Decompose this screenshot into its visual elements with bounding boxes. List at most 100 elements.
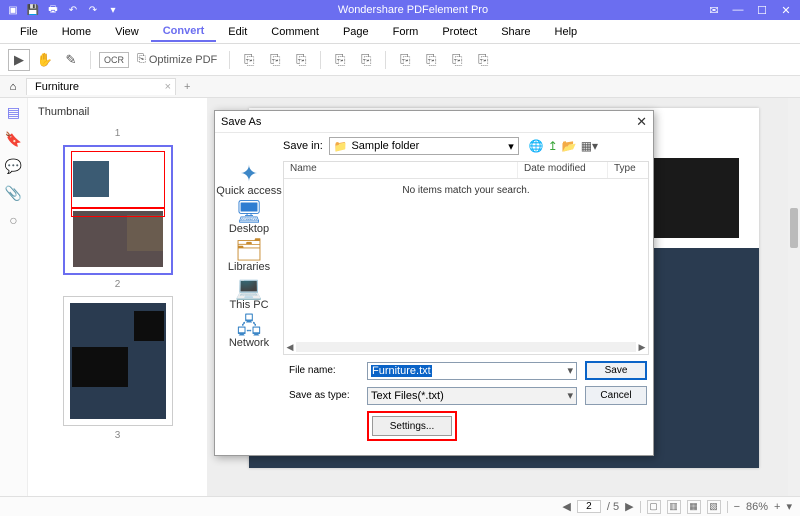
place-label: Libraries bbox=[228, 261, 270, 273]
maximize-icon[interactable]: ☐ bbox=[754, 2, 770, 18]
cancel-button[interactable]: Cancel bbox=[585, 386, 647, 405]
app-title: Wondershare PDFelement Pro bbox=[126, 4, 700, 16]
comments-tab-icon[interactable]: 💬 bbox=[5, 158, 22, 175]
redo-icon[interactable]: ↷ bbox=[86, 3, 100, 17]
empty-message: No items match your search. bbox=[284, 179, 648, 340]
new-tab-icon[interactable]: + bbox=[176, 81, 198, 93]
col-name[interactable]: Name bbox=[284, 162, 518, 178]
thumbnail-page-2[interactable] bbox=[63, 296, 173, 426]
view-facing-icon[interactable]: ▦ bbox=[687, 500, 701, 514]
savein-value: Sample folder bbox=[351, 140, 419, 152]
convert-ppt-icon[interactable]: ⎘ bbox=[290, 49, 312, 71]
titlebar: ▣ 💾 🖶 ↶ ↷ ▾ Wondershare PDFelement Pro ✉… bbox=[0, 0, 800, 20]
edit-icon[interactable]: ✎ bbox=[60, 49, 82, 71]
back-icon[interactable]: 🌐 bbox=[529, 139, 544, 153]
mail-icon[interactable]: ✉ bbox=[706, 2, 722, 18]
separator bbox=[385, 51, 386, 69]
prev-page-icon[interactable]: ◀ bbox=[562, 500, 570, 513]
chevron-down-icon[interactable]: ▾ bbox=[567, 364, 573, 377]
file-list[interactable]: Name Date modified Type No items match y… bbox=[283, 161, 649, 355]
attachments-tab-icon[interactable]: 📎 bbox=[5, 185, 22, 202]
convert-rtf-icon[interactable]: ⎘ bbox=[446, 49, 468, 71]
horizontal-scrollbar[interactable]: ◀ ▶ bbox=[284, 340, 648, 354]
convert-text-icon[interactable]: ⎘ bbox=[355, 49, 377, 71]
place-network[interactable]: 🖧Network bbox=[229, 315, 269, 349]
ocr-button[interactable]: OCR bbox=[99, 52, 129, 68]
scroll-right-icon[interactable]: ▶ bbox=[636, 342, 648, 353]
col-type[interactable]: Type bbox=[608, 162, 648, 178]
vertical-scrollbar[interactable] bbox=[788, 98, 800, 496]
convert-html-icon[interactable]: ⎘ bbox=[420, 49, 442, 71]
view-single-icon[interactable]: ▢ bbox=[647, 500, 661, 514]
place-label: Desktop bbox=[229, 223, 269, 235]
statusbar: ◀ / 5 ▶ ▢ ▥ ▦ ▧ − 86% + ▾ bbox=[0, 496, 800, 516]
place-label: Quick access bbox=[216, 185, 281, 197]
dialog-close-icon[interactable]: ✕ bbox=[636, 114, 647, 130]
up-icon[interactable]: ↥ bbox=[548, 139, 558, 153]
place-quick-access[interactable]: ✦Quick access bbox=[216, 163, 281, 197]
view-two-icon[interactable]: ▧ bbox=[707, 500, 721, 514]
convert-image-icon[interactable]: ⎘ bbox=[329, 49, 351, 71]
save-icon[interactable]: 💾 bbox=[26, 3, 40, 17]
undo-icon[interactable]: ↶ bbox=[66, 3, 80, 17]
print-icon[interactable]: 🖶 bbox=[46, 3, 60, 17]
menu-comment[interactable]: Comment bbox=[259, 23, 331, 41]
settings-button[interactable]: Settings... bbox=[372, 416, 452, 436]
menu-view[interactable]: View bbox=[103, 23, 151, 41]
chevron-down-icon[interactable]: ▾ bbox=[567, 389, 573, 402]
separator bbox=[727, 501, 728, 513]
zoom-out-icon[interactable]: − bbox=[734, 501, 740, 513]
menu-file[interactable]: File bbox=[8, 23, 50, 41]
menu-home[interactable]: Home bbox=[50, 23, 103, 41]
page-number: 1 bbox=[34, 128, 201, 139]
zoom-dropdown-icon[interactable]: ▾ bbox=[786, 500, 792, 513]
next-page-icon[interactable]: ▶ bbox=[625, 500, 633, 513]
dialog-bottom: File name: Furniture.txt ▾ Save Save as … bbox=[215, 357, 653, 455]
thumbnail-panel-title: Thumbnail bbox=[34, 104, 201, 126]
menu-edit[interactable]: Edit bbox=[216, 23, 259, 41]
separator bbox=[640, 501, 641, 513]
close-icon[interactable]: ✕ bbox=[778, 2, 794, 18]
thumbnails-tab-icon[interactable]: ▤ bbox=[7, 104, 20, 121]
saveastype-combo[interactable]: Text Files(*.txt) ▾ bbox=[367, 387, 577, 405]
save-button[interactable]: Save bbox=[585, 361, 647, 380]
menu-help[interactable]: Help bbox=[543, 23, 590, 41]
filename-input[interactable]: Furniture.txt ▾ bbox=[367, 362, 577, 380]
col-date[interactable]: Date modified bbox=[518, 162, 608, 178]
new-folder-icon[interactable]: 📂 bbox=[562, 139, 577, 153]
menu-convert[interactable]: Convert bbox=[151, 22, 217, 42]
scroll-left-icon[interactable]: ◀ bbox=[284, 342, 296, 353]
zoom-in-icon[interactable]: + bbox=[774, 501, 780, 513]
list-header: Name Date modified Type bbox=[284, 162, 648, 179]
bookmarks-tab-icon[interactable]: 🔖 bbox=[5, 131, 22, 148]
search-tab-icon[interactable]: ○ bbox=[9, 212, 17, 228]
dialog-title-text: Save As bbox=[221, 116, 261, 128]
page-input[interactable] bbox=[577, 500, 601, 513]
hand-icon[interactable]: ✋ bbox=[34, 49, 56, 71]
convert-excel-icon[interactable]: ⎘ bbox=[264, 49, 286, 71]
place-thispc[interactable]: 💻This PC bbox=[229, 277, 268, 311]
home-tab-icon[interactable]: ⌂ bbox=[0, 81, 26, 93]
document-tab[interactable]: Furniture × bbox=[26, 78, 176, 95]
views-icon[interactable]: ▦▾ bbox=[581, 139, 598, 153]
menu-protect[interactable]: Protect bbox=[430, 23, 489, 41]
pointer-icon[interactable]: ▶ bbox=[8, 49, 30, 71]
convert-epub-icon[interactable]: ⎘ bbox=[394, 49, 416, 71]
convert-word-icon[interactable]: ⎘ bbox=[238, 49, 260, 71]
optimize-button[interactable]: ⎘Optimize PDF bbox=[133, 51, 221, 68]
minimize-icon[interactable]: — bbox=[730, 2, 746, 18]
menu-page[interactable]: Page bbox=[331, 23, 381, 41]
thumbnail-page-1[interactable] bbox=[63, 145, 173, 275]
menu-form[interactable]: Form bbox=[381, 23, 431, 41]
tab-close-icon[interactable]: × bbox=[165, 81, 171, 93]
scrollbar-thumb[interactable] bbox=[790, 208, 798, 248]
menu-share[interactable]: Share bbox=[489, 23, 542, 41]
view-continuous-icon[interactable]: ▥ bbox=[667, 500, 681, 514]
place-libraries[interactable]: 🗂Libraries bbox=[228, 239, 270, 273]
dropdown-icon[interactable]: ▾ bbox=[106, 3, 120, 17]
place-desktop[interactable]: 🖥Desktop bbox=[229, 201, 269, 235]
scroll-track[interactable] bbox=[296, 342, 636, 352]
savein-combo[interactable]: 📁 Sample folder ▾ bbox=[329, 137, 519, 155]
convert-other-icon[interactable]: ⎘ bbox=[472, 49, 494, 71]
page-number: 3 bbox=[34, 430, 201, 441]
